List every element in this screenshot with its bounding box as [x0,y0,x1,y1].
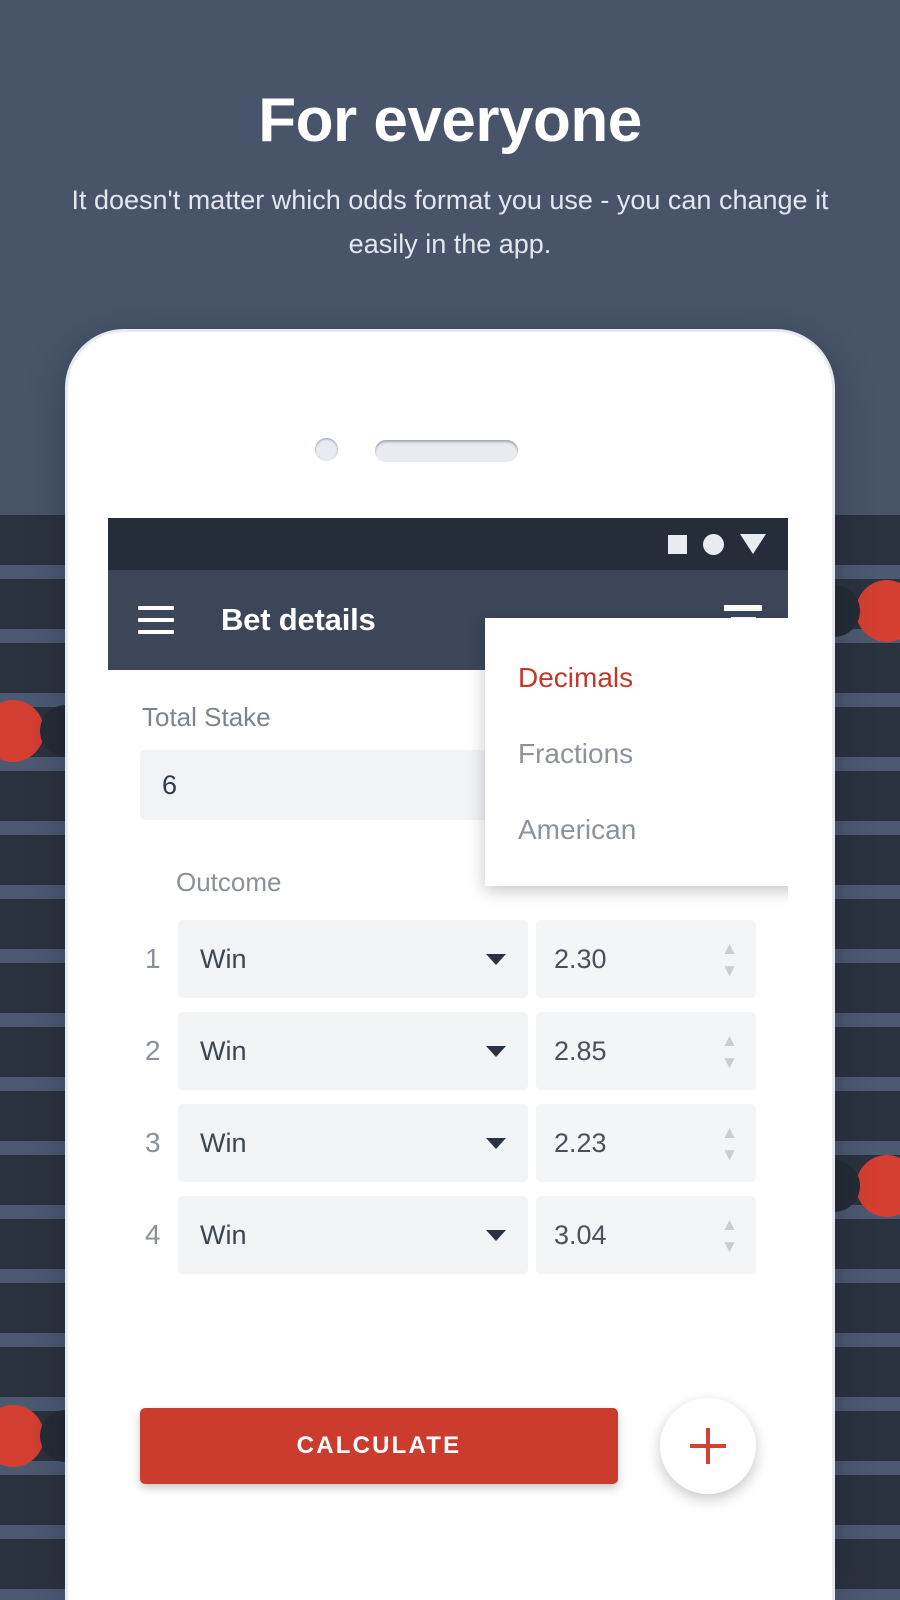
dropdown-item-american[interactable]: American [485,792,788,868]
hero-section: For everyone It doesn't matter which odd… [0,0,900,320]
odds-value: 2.23 [554,1127,607,1158]
outcome-select[interactable]: Win [178,920,528,998]
bet-row-index: 3 [145,1127,161,1158]
earpiece-speaker-icon [375,440,518,462]
pattern-dot-red [0,1405,44,1467]
phone-device-frame: Bet details Total Stake 6 Outcome 1 Win [68,332,832,1600]
table-row: 3 Win 2.23 ▲ ▼ [140,1104,756,1182]
pattern-dot-red [0,700,44,762]
odds-input[interactable]: 2.23 ▲ ▼ [536,1104,756,1182]
odds-stepper[interactable]: ▲ ▼ [721,1216,738,1255]
page-title: For everyone [258,86,642,155]
add-bet-fab[interactable] [660,1398,756,1494]
calculate-button[interactable]: CALCULATE [140,1408,618,1484]
plus-icon [690,1428,726,1464]
outcome-select[interactable]: Win [178,1012,528,1090]
dropdown-item-fractions[interactable]: Fractions [485,716,788,792]
bottom-action-bar: CALCULATE [108,1398,788,1494]
table-row: 4 Win 3.04 ▲ ▼ [140,1196,756,1274]
chevron-down-icon[interactable]: ▼ [721,1238,738,1255]
pattern-dot-red [856,1155,900,1217]
odds-input[interactable]: 3.04 ▲ ▼ [536,1196,756,1274]
total-stake-value: 6 [162,769,178,800]
hamburger-menu-icon[interactable] [138,606,174,634]
page-subtitle: It doesn't matter which odds format you … [71,185,829,259]
chevron-down-icon[interactable]: ▼ [721,962,738,979]
odds-stepper[interactable]: ▲ ▼ [721,1124,738,1163]
chevron-up-icon[interactable]: ▲ [721,1216,738,1233]
bet-row-index: 2 [145,1035,161,1066]
odds-stepper[interactable]: ▲ ▼ [721,1032,738,1071]
outcome-value: Win [200,1127,247,1158]
odds-value: 3.04 [554,1219,607,1250]
outcome-value: Win [200,1035,247,1066]
chevron-up-icon[interactable]: ▲ [721,1032,738,1049]
dropdown-item-decimals[interactable]: Decimals [485,640,788,716]
status-bar [108,518,788,570]
chevron-down-icon [486,1229,506,1241]
odds-value: 2.30 [554,943,607,974]
odds-stepper[interactable]: ▲ ▼ [721,940,738,979]
chevron-up-icon[interactable]: ▲ [721,1124,738,1141]
chevron-down-icon [486,953,506,965]
chevron-down-icon[interactable]: ▼ [721,1054,738,1071]
bet-row-index: 4 [145,1219,161,1250]
square-icon [668,534,687,554]
table-row: 1 Win 2.30 ▲ ▼ [140,920,756,998]
front-camera-icon [315,438,338,461]
odds-input[interactable]: 2.30 ▲ ▼ [536,920,756,998]
chevron-up-icon[interactable]: ▲ [721,940,738,957]
outcome-select[interactable]: Win [178,1104,528,1182]
odds-input[interactable]: 2.85 ▲ ▼ [536,1012,756,1090]
chevron-down-icon [486,1137,506,1149]
table-row: 2 Win 2.85 ▲ ▼ [140,1012,756,1090]
outcome-value: Win [200,1219,247,1250]
phone-screen: Bet details Total Stake 6 Outcome 1 Win [108,518,788,1600]
outcome-select[interactable]: Win [178,1196,528,1274]
app-bar-title: Bet details [221,602,376,637]
chevron-down-icon[interactable]: ▼ [721,1146,738,1163]
circle-icon [703,533,724,555]
chevron-down-icon [486,1045,506,1057]
bet-rows-list: 1 Win 2.30 ▲ ▼ 2 Win 2.85 ▲ ▼ 3 Win 2.23… [140,918,756,1274]
outcome-value: Win [200,943,247,974]
odds-format-dropdown-menu: Decimals Fractions American [485,618,788,886]
bet-row-index: 1 [145,943,161,974]
odds-value: 2.85 [554,1035,607,1066]
triangle-down-icon [740,534,766,554]
pattern-dot-red [856,580,900,642]
